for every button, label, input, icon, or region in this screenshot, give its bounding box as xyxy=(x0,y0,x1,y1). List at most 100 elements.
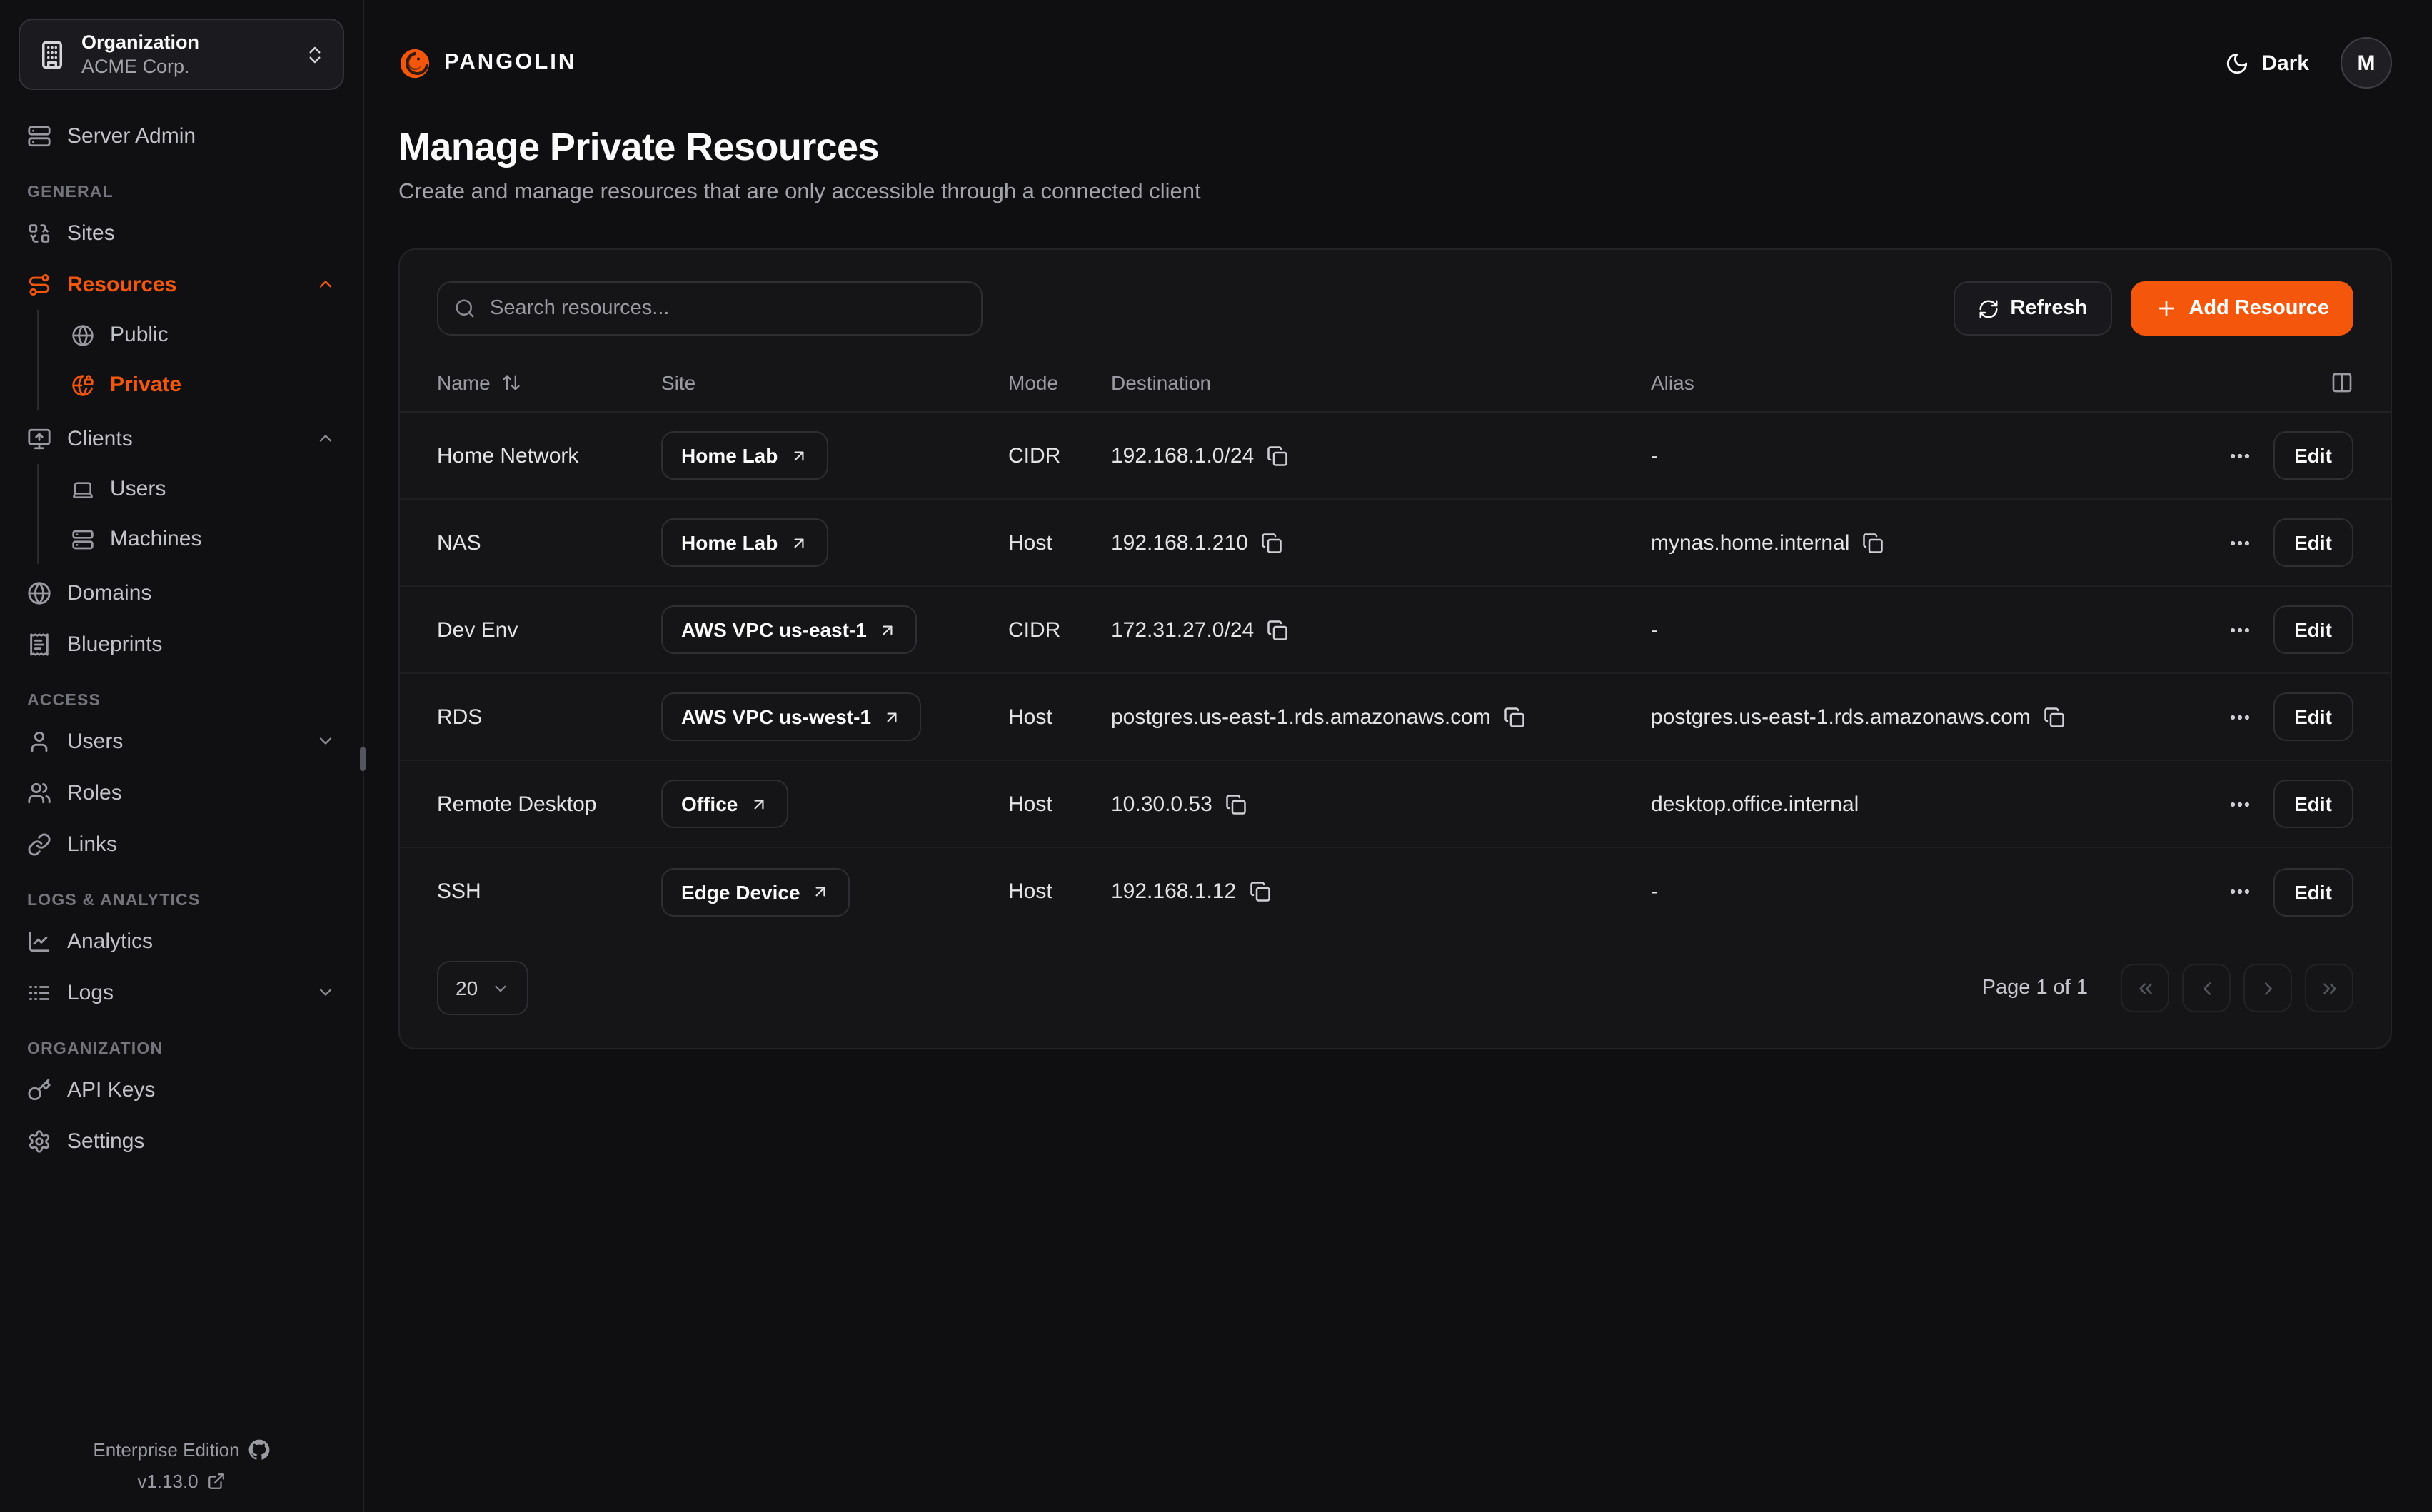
resource-mode: Host xyxy=(1008,705,1052,729)
table-row-nas: NASHome LabHost192.168.1.210mynas.home.i… xyxy=(400,500,2391,587)
sidebar-item-settings[interactable]: Settings xyxy=(19,1115,344,1166)
theme-toggle[interactable]: Dark xyxy=(2224,51,2309,75)
site-name: Home Lab xyxy=(681,531,778,554)
chevron-left-icon xyxy=(2196,977,2217,999)
sidebar-item-domains[interactable]: Domains xyxy=(19,567,344,618)
first-page-button[interactable] xyxy=(2121,964,2169,1012)
sidebar-item-users[interactable]: Users xyxy=(63,464,344,514)
add-resource-button[interactable]: Add Resource xyxy=(2130,281,2353,336)
copy-button[interactable] xyxy=(1504,706,1525,727)
resource-mode: CIDR xyxy=(1008,618,1060,642)
avatar[interactable]: M xyxy=(2341,37,2392,89)
globe-lock-icon xyxy=(71,373,94,396)
edition-link[interactable]: Enterprise Edition xyxy=(93,1439,269,1461)
row-menu-button[interactable] xyxy=(2227,618,2251,642)
edit-button[interactable]: Edit xyxy=(2273,780,2353,828)
resource-alias: mynas.home.internal xyxy=(1651,530,1849,555)
site-link-home-lab[interactable]: Home Lab xyxy=(661,518,828,567)
org-selector-value: ACME Corp. xyxy=(81,55,290,79)
copy-icon xyxy=(1504,706,1525,727)
row-menu-button[interactable] xyxy=(2227,443,2251,468)
ellipsis-icon xyxy=(2227,443,2251,468)
version-link[interactable]: v1.13.0 xyxy=(137,1471,225,1492)
ellipsis-icon xyxy=(2227,880,2251,904)
arrow-up-right-icon xyxy=(878,620,897,639)
row-menu-button[interactable] xyxy=(2227,880,2251,904)
org-selector[interactable]: Organization ACME Corp. xyxy=(19,19,344,90)
arrow-up-right-icon xyxy=(812,882,830,901)
site-link-home-lab[interactable]: Home Lab xyxy=(661,431,828,480)
edit-button[interactable]: Edit xyxy=(2273,605,2353,654)
sidebar-item-roles[interactable]: Roles xyxy=(19,767,344,818)
sidebar-item-blueprints[interactable]: Blueprints xyxy=(19,618,344,670)
brand-name: PANGOLIN xyxy=(444,50,576,76)
row-menu-button[interactable] xyxy=(2227,705,2251,729)
arrow-up-right-icon xyxy=(789,533,808,552)
edit-button[interactable]: Edit xyxy=(2273,431,2353,480)
column-header-name[interactable]: Name xyxy=(437,371,661,393)
sidebar-item-resources[interactable]: Resources xyxy=(19,258,344,310)
sidebar-item-logs[interactable]: Logs xyxy=(19,967,344,1018)
moon-icon xyxy=(2224,51,2248,75)
resource-mode: CIDR xyxy=(1008,443,1060,468)
refresh-label: Refresh xyxy=(2010,297,2087,320)
sidebar-item-label: Clients xyxy=(67,426,300,450)
chevron-up-icon xyxy=(316,274,336,294)
edit-button[interactable]: Edit xyxy=(2273,867,2353,916)
page-size-select[interactable]: 20 xyxy=(437,961,528,1015)
site-link-office[interactable]: Office xyxy=(661,780,788,828)
copy-button[interactable] xyxy=(1225,793,1247,815)
copy-button[interactable] xyxy=(1261,532,1282,553)
sidebar-item-analytics[interactable]: Analytics xyxy=(19,915,344,967)
sidebar-item-links[interactable]: Links xyxy=(19,818,344,870)
sidebar-item-clients[interactable]: Clients xyxy=(19,413,344,464)
resource-alias: desktop.office.internal xyxy=(1651,792,1859,816)
resource-name: SSH xyxy=(437,880,481,904)
sidebar-item-label: Domains xyxy=(67,580,336,605)
edit-button[interactable]: Edit xyxy=(2273,692,2353,741)
prev-page-button[interactable] xyxy=(2182,964,2231,1012)
sidebar-item-server-admin[interactable]: Server Admin xyxy=(19,110,344,161)
server-icon xyxy=(27,124,51,148)
users-icon xyxy=(27,780,51,805)
sidebar-item-api-keys[interactable]: API Keys xyxy=(19,1064,344,1115)
refresh-icon xyxy=(1977,298,1999,319)
globe-icon xyxy=(71,323,94,346)
last-page-button[interactable] xyxy=(2305,964,2353,1012)
copy-button[interactable] xyxy=(1267,445,1288,466)
copy-button[interactable] xyxy=(2044,706,2065,727)
resource-alias: - xyxy=(1651,443,1658,468)
sidebar-item-users[interactable]: Users xyxy=(19,715,344,767)
copy-button[interactable] xyxy=(1249,881,1270,902)
refresh-button[interactable]: Refresh xyxy=(1953,281,2111,336)
site-link-aws-vpc-us-west-1[interactable]: AWS VPC us-west-1 xyxy=(661,692,921,741)
copy-button[interactable] xyxy=(1862,532,1884,553)
next-page-button[interactable] xyxy=(2243,964,2292,1012)
row-menu-button[interactable] xyxy=(2227,530,2251,555)
sidebar-item-private[interactable]: Private xyxy=(63,360,344,410)
site-link-aws-vpc-us-east-1[interactable]: AWS VPC us-east-1 xyxy=(661,605,917,654)
table-row-remote-desktop: Remote DesktopOfficeHost10.30.0.53deskto… xyxy=(400,761,2391,848)
chevron-down-icon xyxy=(316,982,336,1002)
globe-icon xyxy=(27,580,51,605)
brand[interactable]: PANGOLIN xyxy=(398,46,576,79)
edit-button[interactable]: Edit xyxy=(2273,518,2353,567)
sidebar-item-label: Resources xyxy=(67,272,300,296)
columns-icon[interactable] xyxy=(2331,371,2353,393)
site-link-edge-device[interactable]: Edge Device xyxy=(661,867,850,916)
sidebar-item-sites[interactable]: Sites xyxy=(19,207,344,258)
org-selector-label: Organization xyxy=(81,31,199,52)
user-icon xyxy=(27,729,51,753)
sidebar-item-public[interactable]: Public xyxy=(63,310,344,360)
sidebar: Organization ACME Corp. Server AdminGENE… xyxy=(0,0,364,1512)
column-header-alias: Alias xyxy=(1651,371,2168,393)
sidebar-item-machines[interactable]: Machines xyxy=(63,514,344,564)
external-link-icon xyxy=(207,1472,226,1491)
monitor-up-icon xyxy=(27,426,51,450)
search-input[interactable] xyxy=(437,281,983,336)
row-menu-button[interactable] xyxy=(2227,792,2251,816)
chart-line-icon xyxy=(27,929,51,953)
sidebar-resize-handle[interactable] xyxy=(360,747,366,771)
copy-button[interactable] xyxy=(1267,619,1288,640)
site-name: Office xyxy=(681,792,738,815)
